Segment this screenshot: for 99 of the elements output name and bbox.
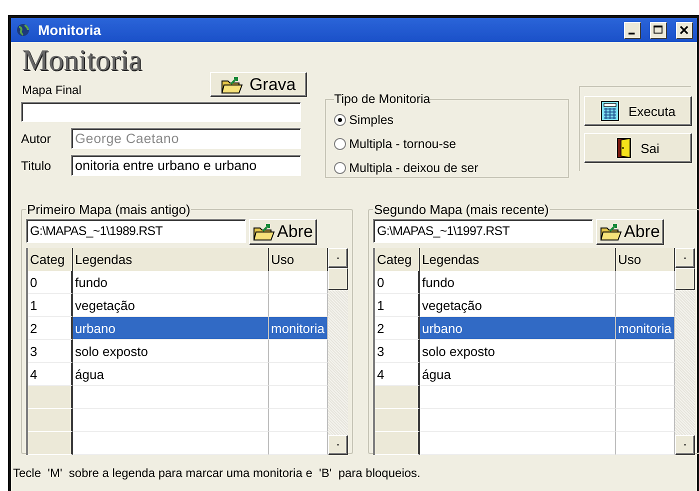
radio-label[interactable]: Multipla - deixou de ser [349,161,478,175]
table-cell [616,294,675,317]
scroll-down-icon[interactable] [675,435,695,455]
table-cell [28,386,73,409]
table-cell: vegetação [420,294,616,317]
radio-label[interactable]: Simples [349,113,394,127]
folder-icon [221,76,244,94]
run-button[interactable]: Executa [584,96,692,126]
table-row[interactable]: 2 urbano monitoria [28,317,328,340]
table-cell: 4 [28,363,73,386]
table-row[interactable]: 1 vegetação [375,294,675,317]
table-cell: urbano [420,317,616,340]
table-cell [269,409,328,432]
field-label: Autor [21,132,52,146]
table-cell [269,340,328,363]
radio-label[interactable]: Multipla - tornou-se [349,137,456,151]
table-cell: solo exposto [420,340,616,363]
minimize-icon[interactable] [624,22,641,38]
table-row[interactable]: 3 solo exposto [375,340,675,363]
exit-button[interactable]: Sai [584,133,692,163]
file-path-field[interactable]: G:\MAPAS_~1\1989.RST [26,219,246,243]
radio-button[interactable] [334,114,346,126]
table-cell [269,386,328,409]
table-cell: 2 [28,317,73,340]
table-cell [375,432,420,455]
file-path-field[interactable]: G:\MAPAS_~1\1997.RST [373,219,593,243]
scroll-down-icon[interactable] [328,435,348,455]
table-cell [28,409,73,432]
table-cell: 1 [375,294,420,317]
table-row[interactable]: 4 água [375,363,675,386]
column-header[interactable]: Uso [269,248,328,271]
scroll-up-icon[interactable] [328,248,348,268]
group-title: Primeiro Mapa (mais antigo) [26,202,192,217]
scrollbar[interactable] [328,248,348,455]
column-header[interactable]: Categ [375,248,420,271]
open-button[interactable]: Abre [596,219,664,245]
scrollbar-thumb[interactable] [328,268,348,290]
table-cell [616,363,675,386]
table-row[interactable]: 0 fundo [375,271,675,294]
save-button[interactable]: Grava [210,72,308,97]
column-header[interactable]: Legendas [73,248,269,271]
table-cell: água [420,363,616,386]
radio-button[interactable] [334,138,346,150]
table-cell [616,340,675,363]
output-map-field[interactable] [21,102,301,122]
folder-icon [253,223,275,241]
globe-icon [16,23,30,37]
group-title: Tipo de Monitoria [334,92,430,106]
table-cell [616,271,675,294]
field-label: Titulo [21,158,52,172]
table-row[interactable]: 4 água [28,363,328,386]
table-cell [269,432,328,455]
door-icon [616,138,631,158]
table-cell: monitoria [616,317,675,340]
table-cell: solo exposto [73,340,269,363]
column-header[interactable]: Categ [28,248,73,271]
table-cell: fundo [73,271,269,294]
maximize-icon[interactable] [650,22,667,38]
window-title: Monitoria [38,22,102,38]
table-cell [616,386,675,409]
table-cell: 2 [375,317,420,340]
close-icon[interactable] [676,22,693,38]
text-field[interactable]: onitoria entre urbano e urbano [71,155,301,176]
table-row[interactable]: 2 urbano monitoria [375,317,675,340]
table-cell: 0 [375,271,420,294]
scrollbar-thumb[interactable] [675,268,695,290]
table-cell: 4 [375,363,420,386]
table-row[interactable]: 1 vegetação [28,294,328,317]
table-cell: urbano [73,317,269,340]
table-row[interactable]: 3 solo exposto [28,340,328,363]
table-cell [269,271,328,294]
table-cell: vegetação [73,294,269,317]
table-cell [269,363,328,386]
column-header[interactable]: Legendas [420,248,616,271]
form-heading: Monitoria [22,46,142,76]
group-title: Segundo Mapa (mais recente) [373,202,550,217]
table-cell: 1 [28,294,73,317]
column-header[interactable]: Uso [616,248,675,271]
table-cell: 3 [375,340,420,363]
scrollbar[interactable] [675,248,695,455]
folder-icon [600,223,622,241]
status-text: Tecle 'M' sobre a legenda para marcar uma monitoria e 'B' para bloqueios. [13,466,422,480]
scroll-up-icon[interactable] [675,248,695,268]
table-cell [269,294,328,317]
calculator-icon [600,101,618,121]
radio-button[interactable] [334,162,346,174]
table-cell: 0 [28,271,73,294]
open-button[interactable]: Abre [249,219,317,245]
table-cell [28,432,73,455]
table-cell [616,409,675,432]
table-cell [616,432,675,455]
field-label: Mapa Final [22,83,82,97]
table-row[interactable]: 0 fundo [28,271,328,294]
table-cell: 3 [28,340,73,363]
table-cell: monitoria [269,317,328,340]
table-cell: fundo [420,271,616,294]
table-cell [375,386,420,409]
table-cell: água [73,363,269,386]
table-cell [375,409,420,432]
